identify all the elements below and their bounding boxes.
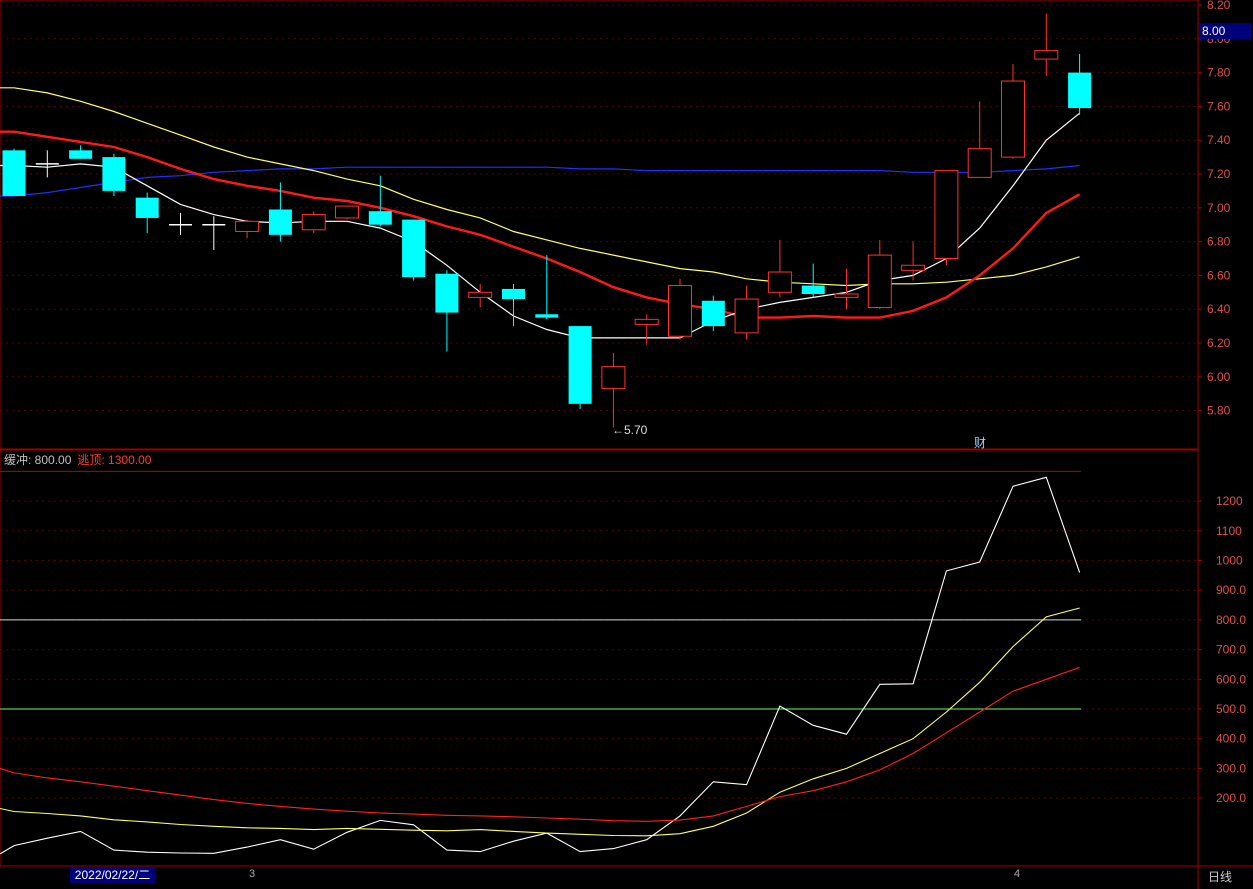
- month-tick: 3: [249, 868, 256, 880]
- candle-body: [301, 214, 326, 231]
- indicator-series-line: [0, 666, 1080, 822]
- candle-body: [1001, 80, 1025, 158]
- price-tick-label: 6.20: [1207, 336, 1231, 350]
- candle-body: [102, 157, 126, 191]
- price-tick-label: 6.80: [1207, 235, 1231, 249]
- price-tick-label: 7.60: [1207, 99, 1231, 113]
- candle-body: [268, 209, 292, 235]
- candle-body: [568, 326, 592, 404]
- indicator-grid: [0, 500, 1198, 799]
- candle-body: [335, 205, 359, 219]
- candle-body: [767, 271, 792, 293]
- price-grid: [0, 4, 1198, 412]
- price-tick-label: 5.80: [1207, 404, 1231, 418]
- candle-body: [1034, 50, 1059, 60]
- ma10-line: [0, 130, 1081, 319]
- escape-legend-item: 逃顶: 1300.00: [77, 453, 152, 467]
- indicator-tick-label: 400.0: [1216, 732, 1246, 746]
- indicator-legend: 缓冲: 800.00 逃顶: 1300.00: [4, 451, 151, 468]
- candle-body: [634, 318, 659, 325]
- period-selector[interactable]: 日线: [1208, 868, 1232, 885]
- candlesticks[interactable]: [2, 13, 1092, 428]
- price-axis: 8.208.007.807.607.407.207.006.806.606.40…: [1198, 0, 1231, 418]
- candle-body: [402, 219, 426, 278]
- indicator-panel: [0, 449, 1199, 867]
- candle-body: [901, 264, 926, 271]
- ma5-line: [0, 112, 1080, 339]
- price-tick-label: 6.00: [1207, 370, 1231, 384]
- candle-body: [368, 211, 392, 225]
- candle-body: [468, 291, 493, 298]
- candle-body: [867, 254, 892, 309]
- indicator-tick-label: 500.0: [1216, 702, 1246, 716]
- candle-body: [668, 285, 692, 337]
- candle-body: [502, 288, 525, 300]
- candle-body: [967, 148, 992, 178]
- indicator-tick-label: 600.0: [1216, 672, 1246, 686]
- indicator-lines: [0, 476, 1081, 855]
- candle-body: [834, 293, 859, 298]
- indicator-tick-label: 1000: [1216, 554, 1243, 568]
- finance-event-marker[interactable]: 财: [974, 434, 986, 451]
- price-tick-label: 6.40: [1207, 302, 1231, 316]
- candle-body: [1068, 72, 1092, 109]
- price-tick-label: 7.40: [1207, 133, 1231, 147]
- indicator-tick-label: 700.0: [1216, 643, 1246, 657]
- indicator-tick-label: 200.0: [1216, 791, 1246, 805]
- candle-body: [435, 273, 459, 313]
- ma60-line: [0, 164, 1080, 197]
- candle-body: [601, 366, 626, 390]
- candle-body: [801, 285, 825, 294]
- price-tick-label: 7.20: [1207, 167, 1231, 181]
- price-tick-label: 8.20: [1207, 0, 1231, 12]
- indicator-series-line: [0, 476, 1081, 855]
- indicator-tick-label: 800.0: [1216, 613, 1246, 627]
- indicator-tick-label: 900.0: [1216, 583, 1246, 597]
- buffer-legend-item: 缓冲: 800.00: [4, 453, 72, 467]
- indicator-tick-label: 1200: [1216, 494, 1243, 508]
- cursor-date-label: 2022/02/22/二: [70, 867, 155, 883]
- candle-body: [934, 170, 959, 259]
- indicator-axis: 1200 1100 1000 900.0 800.0 700.0 600.0 500.0 400…: [1198, 494, 1246, 805]
- indicator-tick-label: 300.0: [1216, 761, 1246, 775]
- candle-body: [69, 150, 93, 159]
- candle-body: [535, 314, 559, 318]
- chart-frame: [0, 0, 1253, 889]
- low-price-annotation: ←5.70: [612, 423, 648, 437]
- candle-body: [734, 298, 759, 334]
- indicator-tick-label: 1100: [1216, 524, 1242, 538]
- candle-body: [701, 300, 725, 327]
- candle-body: [235, 220, 260, 232]
- price-tick-label: 6.60: [1207, 268, 1231, 282]
- indicator-series-line: [0, 607, 1080, 837]
- month-tick: 4: [1014, 868, 1021, 880]
- current-price-badge: 8.00: [1199, 23, 1251, 39]
- moving-average-lines: [0, 87, 1081, 339]
- price-tick-label: 7.00: [1207, 201, 1231, 215]
- price-tick-label: 7.80: [1207, 66, 1231, 80]
- candle-body: [2, 150, 26, 196]
- stock-chart: 8.20 8.00 7.80 7.60 7.40 7.20 7.00 6.80 6.60 6.40…: [0, 0, 1253, 889]
- candle-body: [135, 197, 159, 218]
